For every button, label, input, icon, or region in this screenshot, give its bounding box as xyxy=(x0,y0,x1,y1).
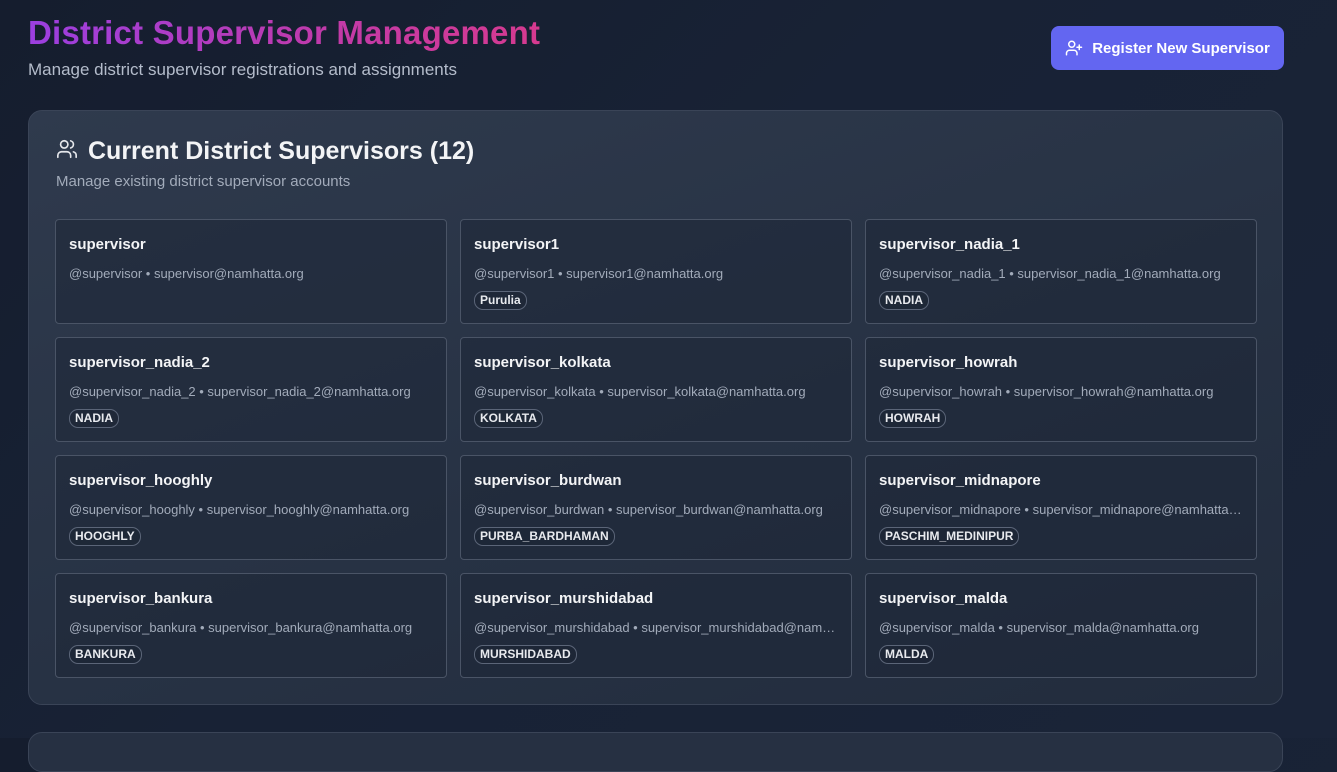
supervisor-username-email: @supervisor_kolkata • supervisor_kolkata… xyxy=(474,384,806,399)
panel-title: Current District Supervisors (12) xyxy=(88,137,475,165)
user-plus-icon xyxy=(1065,39,1083,57)
page: District Supervisor Management Manage di… xyxy=(0,0,1337,772)
district-badge: BANKURA xyxy=(69,645,142,664)
supervisor-username-email: @supervisor_burdwan • supervisor_burdwan… xyxy=(474,502,823,517)
district-badge: KOLKATA xyxy=(474,409,543,428)
supervisor-card[interactable]: supervisor_howrah @supervisor_howrah • s… xyxy=(865,337,1257,442)
district-badge: MALDA xyxy=(879,645,935,664)
district-badge: PURBA_BARDHAMAN xyxy=(474,527,615,546)
supervisor-name: supervisor_bankura xyxy=(69,590,213,607)
district-badge: MURSHIDABAD xyxy=(474,645,577,664)
supervisor-name: supervisor_nadia_1 xyxy=(879,236,1020,253)
supervisor-name: supervisor_midnapore xyxy=(879,472,1041,489)
supervisor-name: supervisor_nadia_2 xyxy=(69,354,210,371)
supervisor-username-email: @supervisor_bankura • supervisor_bankura… xyxy=(69,620,413,635)
users-icon xyxy=(56,138,78,165)
register-button-label: Register New Supervisor xyxy=(1092,39,1270,57)
supervisor-card[interactable]: supervisor_midnapore @supervisor_midnapo… xyxy=(865,455,1257,560)
supervisor-username-email: @supervisor_hooghly • supervisor_hooghly… xyxy=(69,502,410,517)
district-badge: Purulia xyxy=(474,291,527,310)
supervisor-name: supervisor_malda xyxy=(879,590,1008,607)
supervisor-username-email: @supervisor_midnapore • supervisor_midna… xyxy=(879,502,1244,517)
supervisor-username-email: @supervisor_murshidabad • supervisor_mur… xyxy=(474,620,839,635)
supervisor-username-email: @supervisor_nadia_1 • supervisor_nadia_1… xyxy=(879,266,1221,281)
district-badge: NADIA xyxy=(69,409,119,428)
supervisor-username-email: @supervisor1 • supervisor1@namhatta.org xyxy=(474,266,724,281)
supervisor-name: supervisor_hooghly xyxy=(69,472,213,489)
supervisor-card[interactable]: supervisor_burdwan @supervisor_burdwan •… xyxy=(460,455,852,560)
supervisor-card[interactable]: supervisor @supervisor • supervisor@namh… xyxy=(55,219,447,324)
register-new-supervisor-button[interactable]: Register New Supervisor xyxy=(1051,26,1284,70)
supervisor-name: supervisor_kolkata xyxy=(474,354,611,371)
page-title: District Supervisor Management xyxy=(28,14,541,51)
supervisor-name: supervisor_burdwan xyxy=(474,472,622,489)
supervisor-username-email: @supervisor_nadia_2 • supervisor_nadia_2… xyxy=(69,384,411,399)
district-badge: HOWRAH xyxy=(879,409,947,428)
supervisor-name: supervisor_murshidabad xyxy=(474,590,654,607)
supervisor-card[interactable]: supervisor_kolkata @supervisor_kolkata •… xyxy=(460,337,852,442)
next-panel-edge xyxy=(28,732,1283,772)
supervisor-username-email: @supervisor_malda • supervisor_malda@nam… xyxy=(879,620,1199,635)
supervisor-username-email: @supervisor • supervisor@namhatta.org xyxy=(69,266,304,281)
supervisor-name: supervisor xyxy=(69,236,146,253)
panel-header: Current District Supervisors (12) xyxy=(56,137,474,166)
supervisor-grid: supervisor @supervisor • supervisor@namh… xyxy=(55,219,1257,678)
current-supervisors-panel: Current District Supervisors (12) Manage… xyxy=(28,110,1283,705)
supervisor-name: supervisor_howrah xyxy=(879,354,1018,371)
supervisor-card[interactable]: supervisor_malda @supervisor_malda • sup… xyxy=(865,573,1257,678)
supervisor-card[interactable]: supervisor_murshidabad @supervisor_mursh… xyxy=(460,573,852,678)
district-badge: HOOGHLY xyxy=(69,527,141,546)
supervisor-card[interactable]: supervisor_hooghly @supervisor_hooghly •… xyxy=(55,455,447,560)
supervisor-card[interactable]: supervisor_nadia_2 @supervisor_nadia_2 •… xyxy=(55,337,447,442)
supervisor-username-email: @supervisor_howrah • supervisor_howrah@n… xyxy=(879,384,1214,399)
supervisor-card[interactable]: supervisor1 @supervisor1 • supervisor1@n… xyxy=(460,219,852,324)
supervisor-name: supervisor1 xyxy=(474,236,560,253)
page-subtitle: Manage district supervisor registrations… xyxy=(28,60,457,79)
supervisor-card[interactable]: supervisor_nadia_1 @supervisor_nadia_1 •… xyxy=(865,219,1257,324)
district-badge: PASCHIM_MEDINIPUR xyxy=(879,527,1020,546)
supervisor-card[interactable]: supervisor_bankura @supervisor_bankura •… xyxy=(55,573,447,678)
district-badge: NADIA xyxy=(879,291,929,310)
panel-subtitle: Manage existing district supervisor acco… xyxy=(56,173,351,190)
